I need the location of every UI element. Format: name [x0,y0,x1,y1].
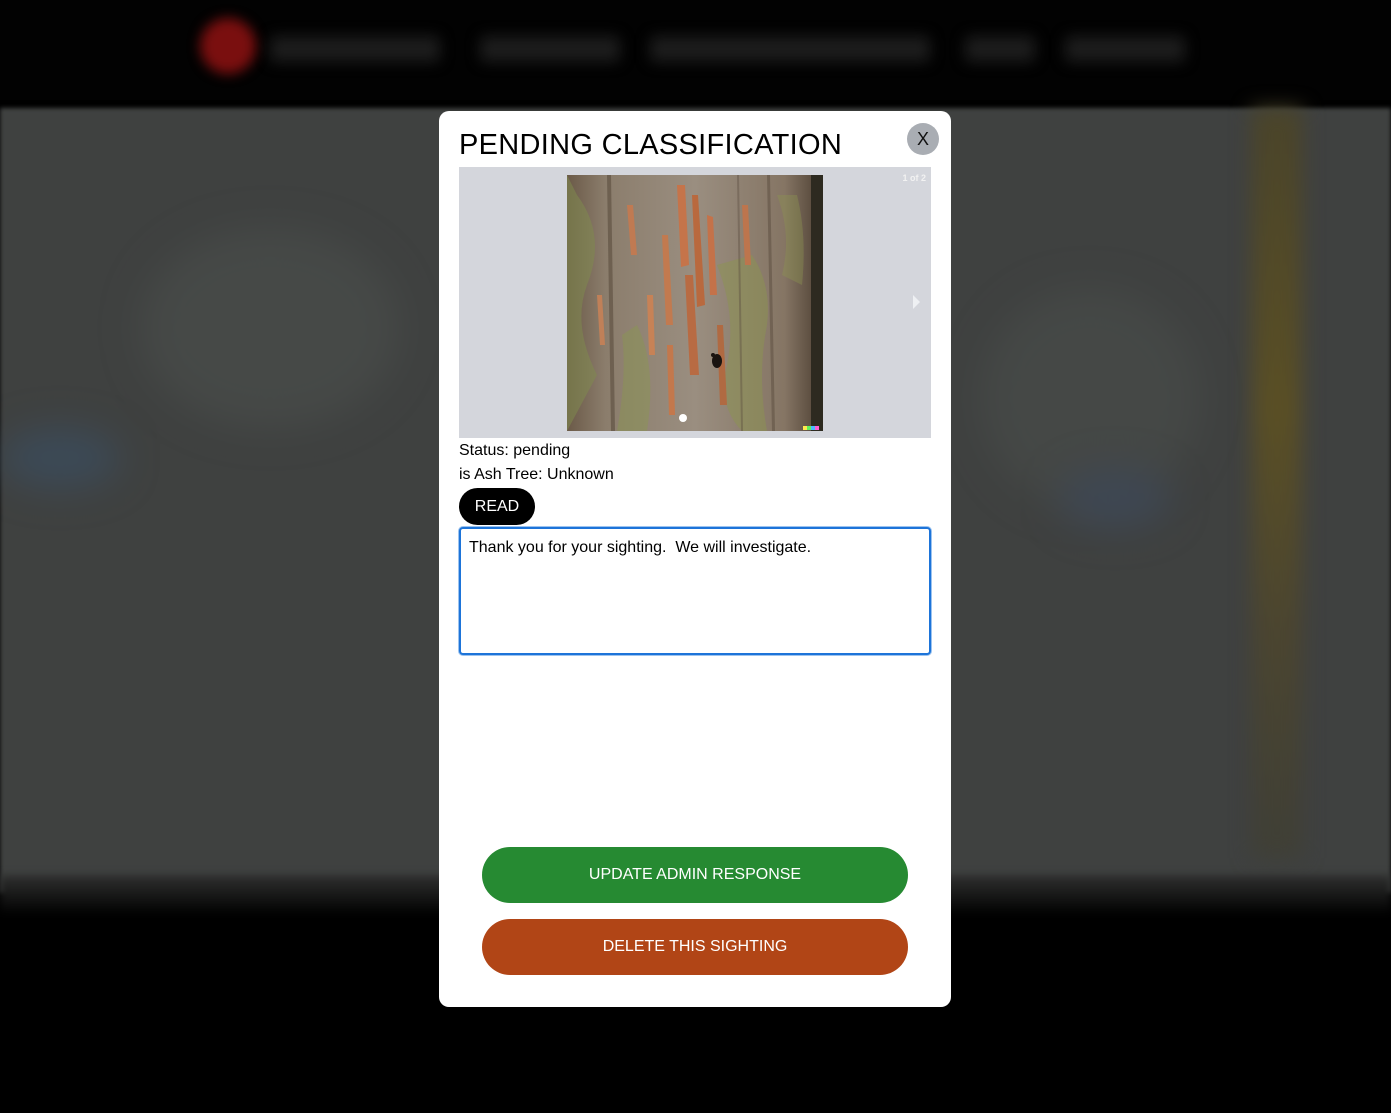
tree-bark-photo [567,175,823,431]
next-arrow-icon[interactable] [913,295,920,309]
admin-response-textarea[interactable]: Thank you for your sighting. We will inv… [459,527,931,655]
tree-bark-image [567,175,823,431]
background-nav-blur [1065,36,1185,62]
background-side-strip [1252,108,1302,858]
background-header [0,0,1391,100]
close-button[interactable]: X [907,123,939,155]
modal-title: PENDING CLASSIFICATION [459,129,843,161]
background-blob [1060,468,1170,528]
sighting-modal: X PENDING CLASSIFICATION 1 of 2 Status: … [439,111,951,1007]
background-blob [0,428,120,488]
slide-indicator-dot[interactable] [679,414,687,422]
background-blob [140,228,400,428]
background-nav-blur [270,36,440,62]
background-nav-blur [650,36,930,62]
ash-tree-text: is Ash Tree: Unknown [459,466,614,483]
background-nav-blur [480,36,620,62]
slide-counter: 1 of 2 [902,173,926,183]
delete-sighting-button[interactable]: DELETE THIS SIGHTING [482,919,908,975]
background-logo [200,18,256,74]
read-button[interactable]: READ [459,488,535,525]
update-admin-response-button[interactable]: UPDATE ADMIN RESPONSE [482,847,908,903]
background-nav-blur [965,36,1035,62]
status-text: Status: pending [459,442,571,459]
image-carousel[interactable]: 1 of 2 [459,167,931,438]
